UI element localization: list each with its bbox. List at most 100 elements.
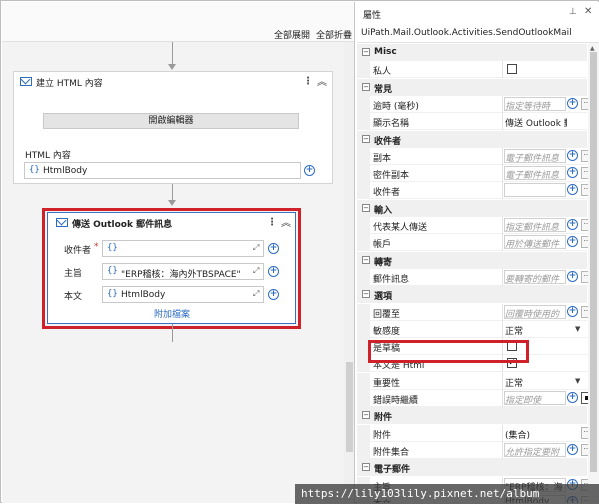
plus-icon[interactable]: +	[567, 97, 578, 109]
property-value[interactable]: 電子郵件訊息	[505, 151, 567, 164]
collapse-toggle-icon[interactable]: −	[362, 255, 370, 264]
property-row[interactable]: 附件 (集合) ···	[357, 424, 593, 442]
property-row[interactable]: 帳戶 用於傳送郵件 + ···	[357, 234, 593, 252]
property-value[interactable]: (集合)	[505, 428, 567, 441]
row-gutter	[357, 113, 370, 131]
property-row[interactable]: 顯示名稱 傳送 Outlook 郵件訊息	[357, 113, 587, 131]
expand-all-link[interactable]: 全部展開	[274, 28, 310, 41]
property-category[interactable]: − 選項	[357, 286, 587, 304]
plus-icon[interactable]: +	[567, 236, 578, 248]
property-row[interactable]: 副本 電子郵件訊息 + ···	[357, 147, 593, 165]
collapse-all-link[interactable]: 全部折疊	[316, 28, 352, 41]
plus-icon[interactable]: +	[567, 270, 578, 282]
property-name: 附件	[373, 430, 392, 441]
properties-scroll-thumb[interactable]	[590, 52, 597, 472]
property-category[interactable]: − Misc	[357, 44, 587, 61]
plus-icon[interactable]: +	[567, 149, 578, 161]
subject-field[interactable]: {} "ERP稽核：海內外TBSPACE" ⤢	[102, 263, 264, 280]
property-row[interactable]: 回覆至 回覆時使用的 + ···	[357, 303, 593, 321]
to-field[interactable]: {} ⤢	[102, 240, 264, 257]
property-row[interactable]: 密件副本 電子郵件訊息 + ···	[357, 165, 593, 183]
property-value[interactable]: 用於傳送郵件	[505, 237, 567, 250]
chevron-down-icon[interactable]: ▼	[575, 325, 580, 333]
plus-icon[interactable]: +	[268, 289, 279, 300]
collapse-icon[interactable]: ︽	[317, 73, 327, 88]
category-label: 轉寄	[374, 257, 393, 268]
property-row[interactable]: 郵件訊息 要轉寄的郵件 + ···	[357, 268, 593, 286]
property-category[interactable]: − 收件者	[357, 130, 587, 148]
collapse-toggle-icon[interactable]: −	[362, 290, 370, 299]
expand-icon[interactable]: ⤢	[253, 289, 259, 299]
property-category[interactable]: − 轉寄	[357, 251, 587, 269]
property-row[interactable]: 敏感度 正常 ▼	[357, 320, 587, 338]
properties-header: 屬性 ⊥ ✕	[357, 2, 599, 22]
property-input[interactable]	[504, 183, 566, 198]
plus-icon[interactable]: +	[304, 165, 315, 176]
property-category[interactable]: − 常見	[357, 78, 587, 96]
property-row[interactable]: 逾時 (毫秒) 指定等待時 + ···	[357, 95, 593, 113]
html-content-field[interactable]: {} HtmlBody	[24, 162, 301, 179]
activity-header: 傳送 Outlook 郵件訊息 ⋮ ︽	[48, 213, 295, 233]
property-row[interactable]: 錯誤時繼續 指定即使 +	[357, 390, 593, 407]
property-row[interactable]: 私人	[357, 61, 587, 79]
property-select-value[interactable]: 正常	[505, 376, 567, 389]
property-row[interactable]: 附件集合 允許指定要附 + ···	[357, 441, 593, 459]
chevron-down-icon[interactable]: ▼	[575, 377, 580, 385]
expand-icon[interactable]: ⤢	[253, 266, 259, 276]
plus-icon[interactable]: +	[268, 266, 279, 277]
property-row[interactable]: 收件者 + ···	[357, 182, 593, 200]
category-label: 常見	[374, 84, 393, 95]
property-row[interactable]: 代表某人傳送 指定郵件訊息 + ···	[357, 217, 593, 234]
property-checkbox[interactable]	[507, 64, 517, 75]
plus-icon[interactable]: +	[567, 443, 578, 455]
property-value[interactable]: 允許指定要附	[505, 445, 567, 458]
category-label: 附件	[374, 413, 393, 424]
pin-icon[interactable]: ⊥	[569, 7, 577, 17]
subject-label: 主旨	[64, 269, 83, 279]
property-name: 敏感度	[373, 326, 401, 337]
property-name: 錯誤時繼續	[373, 396, 419, 406]
attach-files-link[interactable]: 附加檔案	[154, 307, 190, 320]
plus-icon[interactable]: +	[567, 219, 578, 230]
property-select-value[interactable]: 正常	[505, 324, 567, 337]
plus-icon[interactable]: +	[567, 184, 578, 196]
close-icon[interactable]: ✕	[584, 6, 592, 17]
open-editor-button[interactable]: 開啟編輯器	[43, 113, 299, 129]
collapse-toggle-icon[interactable]: −	[362, 203, 370, 212]
plus-icon[interactable]: +	[567, 167, 578, 179]
collapse-toggle-icon[interactable]: −	[362, 411, 370, 420]
plus-icon[interactable]: +	[567, 392, 578, 403]
collapse-toggle-icon[interactable]: −	[362, 82, 370, 91]
expand-icon[interactable]: ⤢	[253, 243, 259, 253]
property-category[interactable]: − 附件	[357, 407, 587, 425]
property-value[interactable]: 電子郵件訊息	[505, 168, 567, 181]
property-value[interactable]: 要轉寄的郵件	[505, 272, 567, 285]
property-category[interactable]: − 電子郵件	[357, 459, 587, 477]
category-label: 收件者	[374, 136, 402, 147]
collapse-toggle-icon[interactable]: −	[362, 48, 370, 56]
body-label: 本文	[64, 292, 83, 302]
more-vertical-icon[interactable]: ⋮	[303, 76, 313, 87]
more-vertical-icon[interactable]: ⋮	[267, 217, 277, 228]
scroll-up-icon[interactable]: ▲	[590, 45, 595, 52]
property-name: 密件副本	[373, 171, 410, 182]
property-category[interactable]: − 輸入	[357, 199, 587, 217]
body-field[interactable]: {} HtmlBody ⤢	[102, 286, 264, 303]
workflow-designer: 全部展開 全部折疊 建立 HTML 內容 ⋮ ︽ 開啟編輯器 HTML 內容 {…	[2, 2, 355, 503]
plus-icon[interactable]: +	[567, 305, 578, 317]
row-gutter	[357, 234, 370, 252]
property-row[interactable]: 重要性 正常 ▼	[357, 372, 587, 390]
collapse-toggle-icon[interactable]: −	[362, 134, 370, 143]
designer-scroll-thumb[interactable]	[346, 362, 353, 452]
property-value[interactable]: 傳送 Outlook 郵件訊息	[505, 116, 567, 129]
collapse-toggle-icon[interactable]: −	[362, 463, 370, 472]
plus-icon[interactable]: +	[268, 243, 279, 254]
property-value[interactable]: 指定即使	[505, 393, 567, 406]
column-divider	[502, 182, 503, 200]
property-name: 重要性	[373, 378, 401, 389]
property-name: 副本	[373, 153, 392, 164]
property-value[interactable]: 指定等待時	[505, 99, 567, 112]
property-value[interactable]: 回覆時使用的	[505, 307, 567, 320]
property-value[interactable]: 指定郵件訊息	[505, 220, 567, 233]
collapse-icon[interactable]: ︽	[281, 214, 291, 229]
